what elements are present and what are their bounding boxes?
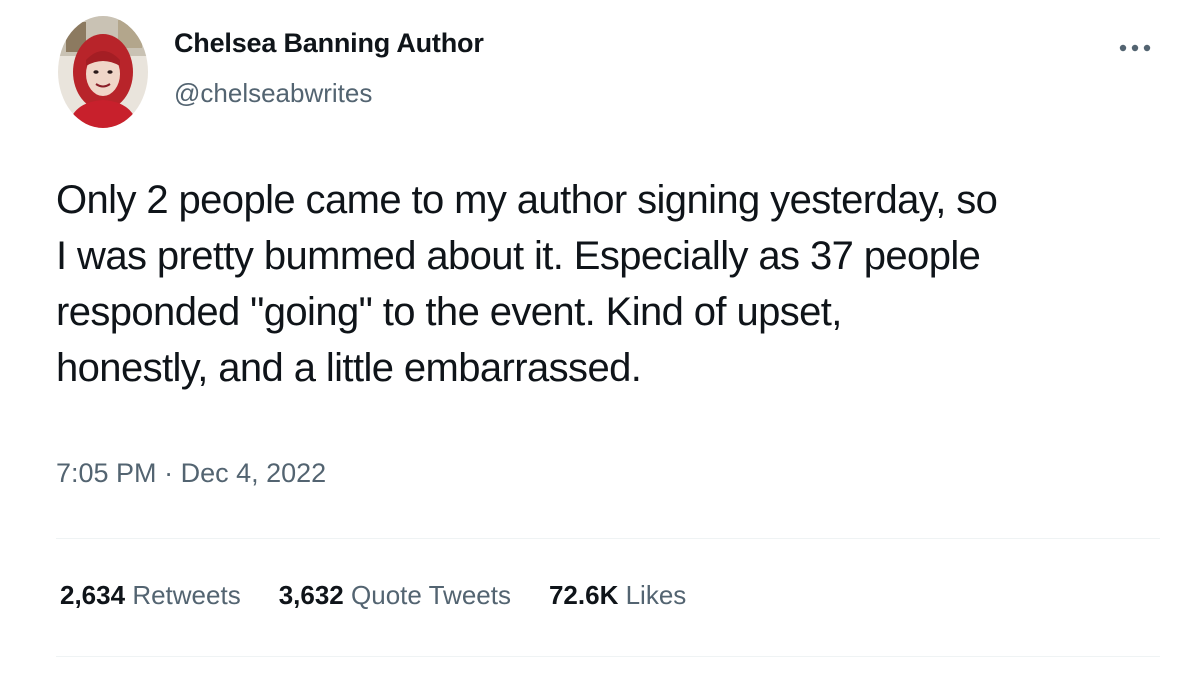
timestamp-separator: · (164, 458, 174, 488)
divider (56, 656, 1160, 657)
more-options-button[interactable] (1108, 28, 1162, 68)
tweet-time[interactable]: 7:05 PM (56, 458, 157, 488)
likes-stat[interactable]: 72.6K Likes (549, 580, 686, 611)
divider (56, 538, 1160, 539)
retweets-label: Retweets (132, 580, 241, 610)
author-display-name[interactable]: Chelsea Banning Author (174, 28, 484, 59)
tweet-date[interactable]: Dec 4, 2022 (181, 458, 327, 488)
avatar-image (58, 16, 148, 128)
tweet-text: Only 2 people came to my author signing … (56, 178, 998, 390)
tweet-timestamp: 7:05 PM · Dec 4, 2022 (56, 458, 326, 489)
quote-tweets-label: Quote Tweets (351, 580, 511, 610)
quote-tweets-stat[interactable]: 3,632 Quote Tweets (279, 580, 511, 611)
retweets-stat[interactable]: 2,634 Retweets (60, 580, 241, 611)
more-options-icon (1119, 44, 1151, 52)
retweets-count: 2,634 (60, 580, 126, 610)
quote-tweets-count: 3,632 (278, 580, 344, 610)
engagement-stats: 2,634 Retweets 3,632 Quote Tweets 72.6K … (60, 580, 724, 611)
author-handle[interactable]: @chelseabwrites (174, 78, 372, 109)
likes-count: 72.6K (548, 580, 619, 610)
tweet-card: Chelsea Banning Author @chelseabwrites O… (0, 0, 1200, 675)
profile-avatar[interactable] (58, 16, 148, 128)
likes-label: Likes (625, 580, 687, 610)
